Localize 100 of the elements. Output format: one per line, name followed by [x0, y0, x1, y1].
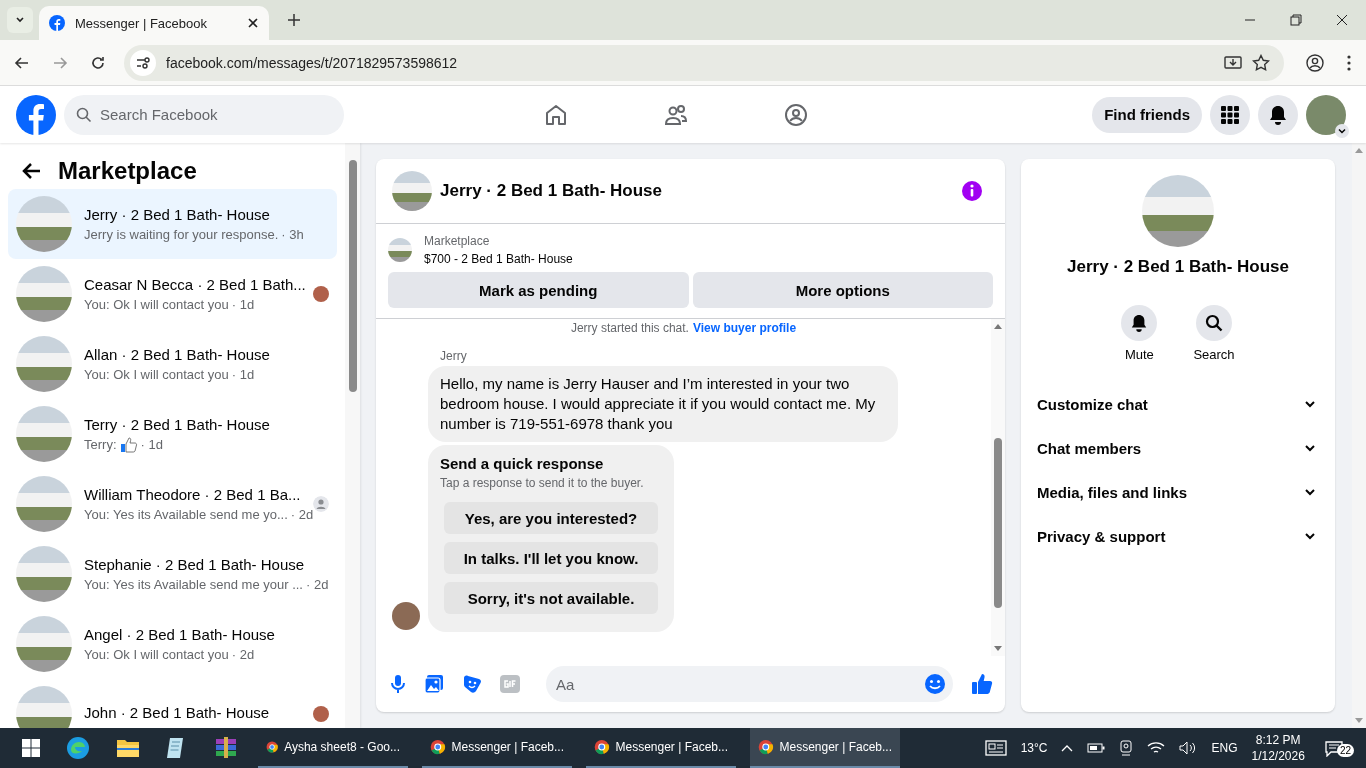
conversation-item[interactable]: William Theodore · 2 Bed 1 Ba... You: Yes its Available send me yo... · 2d [8, 469, 337, 539]
speaker-icon[interactable] [1179, 741, 1198, 755]
browser-tab[interactable]: Messenger | Facebook [39, 6, 269, 40]
back-arrow-icon[interactable] [14, 54, 30, 71]
close-icon[interactable] [1336, 14, 1348, 26]
emoji-icon[interactable] [924, 673, 946, 695]
search-field[interactable]: Search Facebook [64, 94, 344, 135]
tab-list-button[interactable] [7, 7, 33, 33]
message-time: · 2d [290, 507, 314, 522]
quick-response-button[interactable]: Yes, are you interested? [444, 502, 658, 534]
house-photo [16, 686, 72, 728]
taskbar-window-button[interactable]: Aysha sheet8 - Goo... [258, 728, 408, 768]
chevron-up-icon[interactable] [1061, 744, 1074, 752]
house-photo [16, 196, 72, 252]
conversation-name: William Theodore · 2 Bed 1 Ba... [84, 486, 301, 503]
conversation-name: John · 2 Bed 1 Bath- House [84, 703, 271, 721]
forward-arrow-icon[interactable] [52, 54, 68, 71]
notification-count: 22 [1336, 744, 1354, 757]
details-section[interactable]: Media, files and links [1021, 470, 1335, 514]
image-icon[interactable] [424, 674, 444, 694]
clock-date[interactable]: 1/12/2026 [1251, 749, 1305, 763]
search-button[interactable] [1196, 305, 1232, 341]
taskbar-window-button[interactable]: Messenger | Faceb... [422, 728, 572, 768]
temperature-text[interactable]: 13°C [1020, 741, 1048, 755]
message-preview: Jerry is waiting for your response. [84, 227, 279, 242]
scroll-down-icon[interactable] [994, 646, 1002, 652]
scroll-up-icon[interactable] [994, 323, 1002, 329]
news-widget-icon[interactable] [984, 740, 1007, 756]
conversation-item[interactable]: Angel · 2 Bed 1 Bath- House You: Ok I will contact you · 2d [8, 609, 337, 679]
windows-start-icon[interactable] [22, 739, 40, 757]
view-profile-link[interactable]: View buyer profile [692, 321, 797, 335]
read-receipt-photo [313, 706, 329, 722]
language-indicator[interactable]: ENG [1211, 741, 1238, 755]
chat-title: Jerry · 2 Bed 1 Bath- House [440, 181, 662, 201]
scrollbar[interactable] [1352, 143, 1366, 728]
camera-icon[interactable] [1119, 740, 1134, 756]
quick-response-button[interactable]: In talks. I'll let you know. [444, 542, 658, 574]
star-icon[interactable] [1252, 53, 1270, 72]
install-app-icon[interactable] [1224, 53, 1242, 72]
message-time: · 2d [306, 577, 329, 592]
details-section[interactable]: Chat members [1021, 426, 1335, 470]
friends-icon[interactable] [664, 102, 688, 127]
details-section[interactable]: Privacy & support [1021, 514, 1335, 558]
message-time: · 1d [231, 367, 255, 382]
message-input[interactable]: Aa [546, 666, 953, 702]
sticker-icon[interactable] [462, 674, 482, 694]
notification-center-button[interactable]: 22 [1318, 737, 1358, 759]
site-settings-icon[interactable] [130, 49, 156, 76]
conversation-item[interactable]: Jerry · 2 Bed 1 Bath- House Jerry is waiting for your response. · 3h [8, 189, 337, 259]
groups-icon[interactable] [784, 102, 808, 127]
conversation-name: Terry · 2 Bed 1 Bath- House [84, 415, 271, 433]
conversation-name: Stephanie · 2 Bed 1 Bath- House [84, 556, 306, 573]
scroll-up-icon[interactable] [1355, 147, 1363, 153]
wifi-icon[interactable] [1147, 741, 1166, 755]
profile-icon[interactable] [1306, 53, 1324, 72]
scrollbar[interactable] [345, 143, 360, 728]
microphone-icon[interactable] [390, 674, 406, 694]
facebook-logo-icon[interactable] [16, 94, 56, 135]
account-avatar[interactable] [1306, 94, 1346, 135]
scrollbar[interactable] [991, 319, 1005, 656]
archive-icon[interactable] [214, 737, 238, 759]
scroll-down-icon[interactable] [1355, 718, 1363, 724]
details-section[interactable]: Customize chat [1021, 382, 1335, 426]
more-menu-icon[interactable] [1346, 53, 1352, 72]
address-field[interactable]: facebook.com/messages/t/2071829573598612 [124, 44, 1284, 81]
house-photo [16, 476, 72, 532]
conversation-item[interactable]: Allan · 2 Bed 1 Bath- House You: Ok I will contact you · 1d [8, 329, 337, 399]
contact-name: Jerry · 2 Bed 1 Bath- House [1067, 257, 1289, 277]
conversation-item[interactable]: Terry · 2 Bed 1 Bath- House Terry: · 1d [8, 399, 337, 469]
conversation-item[interactable]: Ceasar N Becca · 2 Bed 1 Bath... You: Ok I will contact you · 1d [8, 259, 337, 329]
battery-icon[interactable] [1087, 742, 1106, 754]
close-icon[interactable] [247, 17, 259, 29]
facebook-logo-icon [49, 15, 65, 31]
sidebar-title: Marketplace [58, 157, 197, 185]
reload-icon[interactable] [90, 54, 106, 71]
new-tab-icon[interactable] [287, 13, 301, 27]
notifications-button[interactable] [1258, 94, 1298, 135]
folder-icon[interactable] [116, 737, 140, 759]
back-arrow-icon[interactable] [22, 161, 42, 181]
chat-notice: Jerry started this chat. [570, 321, 689, 335]
mute-button[interactable] [1121, 305, 1158, 341]
conversation-name: Angel · 2 Bed 1 Bath- House [84, 626, 276, 643]
message-preview: You: Yes its Available send me yo... [84, 507, 288, 522]
thumbs-up-icon[interactable] [971, 673, 993, 695]
chevron-down-icon [15, 15, 25, 25]
quick-response-button[interactable]: Sorry, it's not available. [444, 582, 658, 614]
restore-icon[interactable] [1290, 14, 1302, 26]
menu-button[interactable] [1210, 94, 1250, 135]
taskbar-window-button[interactable]: Messenger | Faceb... [586, 728, 736, 768]
taskbar-window-button[interactable]: Messenger | Faceb... [750, 728, 900, 768]
clock-time[interactable]: 8:12 PM [1255, 733, 1301, 747]
find-friends-button[interactable]: Find friends [1092, 96, 1202, 133]
listing-action-button[interactable]: Mark as pending [388, 272, 689, 308]
listing-action-button[interactable]: More options [692, 272, 993, 308]
info-icon[interactable] [961, 180, 983, 202]
conversation-item[interactable]: Stephanie · 2 Bed 1 Bath- House You: Yes its Available send me your ... · 2d [8, 539, 337, 609]
browser-icon[interactable] [66, 736, 90, 760]
home-icon[interactable] [544, 102, 568, 127]
house-photo [16, 616, 72, 672]
bell-icon [1268, 104, 1288, 125]
